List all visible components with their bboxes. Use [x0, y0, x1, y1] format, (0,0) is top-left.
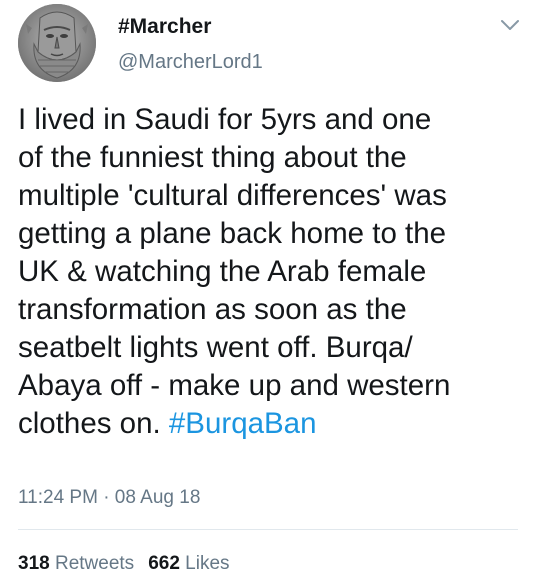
retweets-count: 318	[18, 553, 50, 574]
display-name[interactable]: #Marcher	[118, 14, 263, 40]
chevron-down-icon	[501, 20, 519, 30]
tweet-timestamp[interactable]: 11:24 PM · 08 Aug 18	[18, 486, 200, 510]
tweet-body: I lived in Saudi for 5yrs and one of the…	[18, 103, 451, 440]
tweet-stats: 318 Retweets 662 Likes	[18, 552, 230, 576]
user-names: #Marcher @MarcherLord1	[118, 14, 263, 74]
avatar[interactable]	[18, 4, 96, 82]
tweet-card: #Marcher @MarcherLord1 I lived in Saudi …	[0, 0, 535, 588]
stone-effigy-avatar-icon	[18, 4, 96, 82]
tweet-text: I lived in Saudi for 5yrs and one of the…	[18, 101, 523, 443]
retweets-stat[interactable]: 318 Retweets	[18, 553, 134, 574]
divider	[18, 529, 518, 530]
tweet-menu-button[interactable]	[499, 17, 521, 33]
likes-stat[interactable]: 662 Likes	[148, 553, 229, 574]
hashtag-link[interactable]: #BurqaBan	[169, 407, 317, 440]
likes-count: 662	[148, 553, 180, 574]
retweets-label: Retweets	[54, 553, 135, 574]
likes-label: Likes	[185, 553, 230, 574]
user-handle[interactable]: @MarcherLord1	[118, 50, 263, 74]
